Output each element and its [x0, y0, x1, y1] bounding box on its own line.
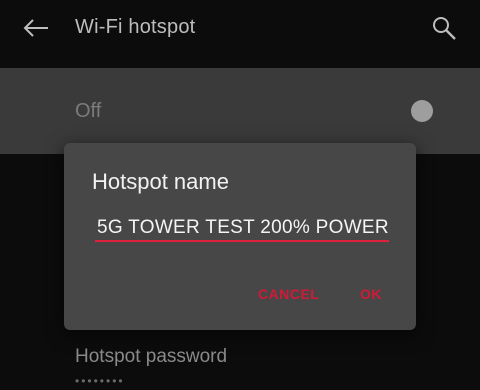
page-title: Wi-Fi hotspot	[75, 16, 196, 38]
hotspot-name-input[interactable]	[95, 213, 391, 243]
search-icon	[433, 17, 456, 40]
arrow-left-icon	[23, 19, 48, 37]
dialog-title: Hotspot name	[92, 169, 229, 194]
ok-button[interactable]: OK	[360, 286, 382, 302]
hotspot-settings-screen: Wi-Fi hotspot Off Hotspot password •••••…	[0, 0, 480, 390]
hotspot-password-value: ••••••••	[75, 374, 125, 388]
input-underline	[95, 240, 389, 242]
back-button[interactable]	[20, 12, 52, 44]
cancel-button[interactable]: CANCEL	[258, 286, 319, 302]
search-button[interactable]	[426, 10, 462, 46]
hotspot-name-dialog: Hotspot name CANCEL OK	[64, 143, 416, 330]
hotspot-password-label[interactable]: Hotspot password	[75, 346, 227, 368]
hotspot-switch[interactable]	[411, 100, 433, 122]
app-bar: Wi-Fi hotspot	[0, 0, 480, 60]
hotspot-toggle-row[interactable]: Off	[0, 68, 480, 154]
toggle-label: Off	[75, 100, 102, 122]
